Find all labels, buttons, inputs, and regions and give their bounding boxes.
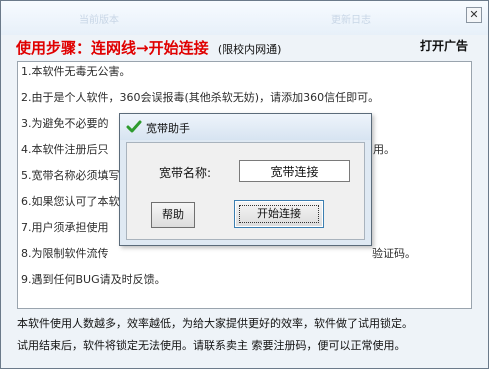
- focus-rect: [239, 205, 319, 223]
- note-line-tail: 验证码。: [372, 247, 416, 260]
- usage-steps: 使用步骤：连网线→开始连接 (限校内网通): [16, 37, 281, 58]
- footer-line: 本软件使用人数越多，效率越低，为给大家提供更好的效率，软件做了试用锁定。: [17, 317, 413, 330]
- footer-text: 本软件使用人数越多，效率越低，为给大家提供更好的效率，软件做了试用锁定。 试用结…: [17, 317, 413, 361]
- open-ad-link[interactable]: 打开广告: [420, 37, 468, 54]
- note-line-text: 8.为限制软件流传: [21, 247, 109, 260]
- close-button[interactable]: ✕: [466, 7, 482, 23]
- dialog-title: 宽带助手: [146, 122, 190, 135]
- usage-steps-text: 使用步骤：连网线→开始连接: [16, 39, 209, 57]
- broadband-dialog: 宽带助手 宽带名称: 帮助 开始连接: [119, 113, 372, 246]
- dialog-titlebar[interactable]: 宽带助手: [120, 114, 371, 140]
- note-line-text: 4.本软件注册后只: [21, 143, 109, 156]
- ghost-label-version: 当前版本: [79, 15, 119, 26]
- broadband-name-input[interactable]: [239, 160, 350, 182]
- note-line: 9.遇到任何BUG请及时反馈。: [21, 273, 166, 286]
- help-button[interactable]: 帮助: [151, 202, 195, 228]
- ghost-label-changelog: 更新日志: [331, 15, 371, 26]
- checkmark-icon: [126, 120, 142, 133]
- start-connect-button[interactable]: 开始连接: [234, 200, 324, 228]
- note-line: 8.为限制软件流传 验证码。: [21, 247, 471, 273]
- title-area: [1, 1, 488, 35]
- broadband-name-label: 宽带名称:: [159, 166, 212, 180]
- footer-line: 试用结束后，软件将锁定无法使用。请联系卖主 索要注册码，便可以正常使用。: [17, 339, 406, 352]
- note-line: 1.本软件无毒无公害。: [21, 65, 131, 78]
- main-window: 当前版本 更新日志 ✕ 使用步骤：连网线→开始连接 (限校内网通) 打开广告 1…: [0, 0, 489, 369]
- dialog-body: 宽带名称: 帮助 开始连接: [126, 142, 365, 240]
- close-icon: ✕: [469, 8, 479, 21]
- note-line-tail: 用。: [373, 143, 395, 156]
- usage-steps-note: (限校内网通): [217, 43, 282, 56]
